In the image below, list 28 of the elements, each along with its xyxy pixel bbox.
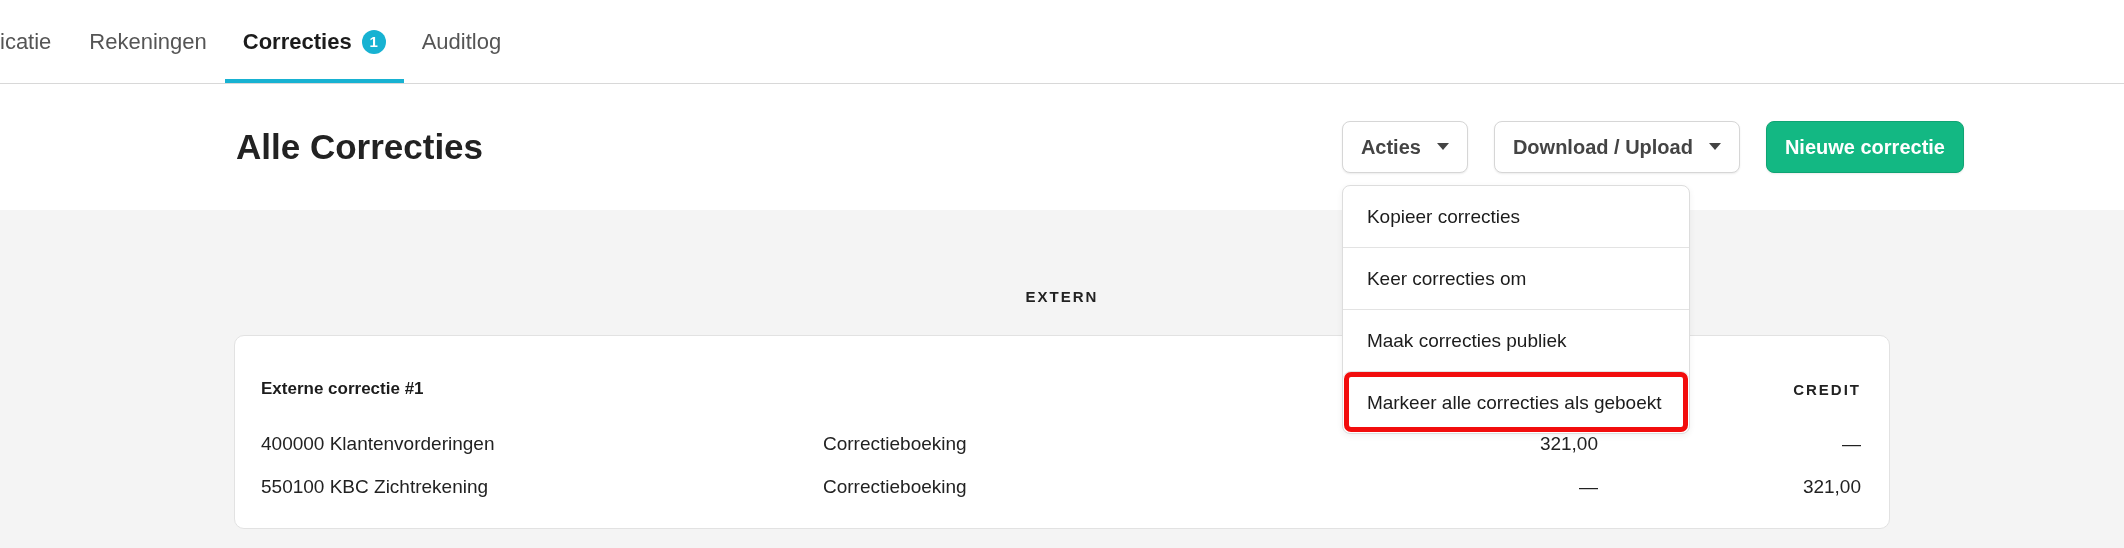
page-title: Alle Correcties [236,127,484,167]
tab-label: Rekeningen [89,28,207,55]
count-badge: 1 [361,29,386,54]
menu-item[interactable]: Kopieer correcties [1342,186,1689,247]
table-cell-text: 321,00 [1801,474,1861,499]
column-header: CREDIT [1792,380,1861,398]
tab[interactable]: icatie [0,0,72,83]
section-title: EXTERN [1025,288,1099,305]
menu-item[interactable]: Keer correcties om [1342,247,1689,309]
table-cell-text: — [1578,474,1598,499]
table-cell-text: Correctieboeking [823,474,968,499]
card-title: Externe correctie #1 [261,378,425,400]
tab-label: icatie [0,28,52,55]
caret-icon [1708,143,1721,151]
table-cell-text: 550100 KBC Zichtrekening [261,474,490,499]
table-cell-text: 400000 Klantenvorderingen [261,431,496,456]
tab[interactable]: Auditlog [403,0,520,83]
table-cell-text: 321,00 [1538,431,1598,456]
table-cell-text: — [1841,431,1861,456]
table-cell-text: Correctieboeking [823,431,968,456]
dropdown-button[interactable]: Download / Upload [1493,121,1740,173]
menu-item[interactable]: Markeer alle correcties als geboekt [1342,371,1689,433]
tab-label: Auditlog [421,28,502,55]
dropdown-button[interactable]: Acties [1341,121,1468,173]
tab[interactable]: Rekeningen [71,0,225,83]
tab-label: Correcties [242,28,352,55]
caret-icon [1436,143,1449,151]
menu-item[interactable]: Maak correcties publiek [1342,309,1689,371]
